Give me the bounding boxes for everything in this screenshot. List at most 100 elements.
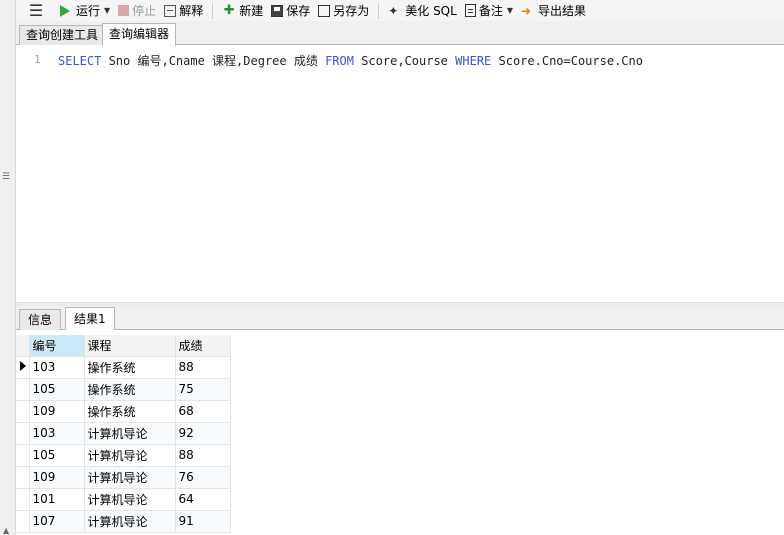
save-as-button[interactable]: 另存为 (314, 0, 373, 21)
table-row[interactable]: 105 操作系统 75 (16, 378, 231, 401)
cell-course[interactable]: 计算机导论 (84, 444, 176, 467)
export-results-button[interactable]: ➜ 导出结果 (517, 0, 590, 21)
stop-button[interactable]: 停止 (114, 0, 160, 21)
result-table: 编号 课程 成绩 103 操作系统 88 105 操作系统 75 109 操作系统 68 103 计… (16, 335, 231, 533)
floppy-icon (271, 4, 284, 17)
table-row[interactable]: 109 计算机导论 76 (16, 466, 231, 489)
cell-course[interactable]: 操作系统 (84, 400, 176, 423)
row-indicator[interactable] (16, 356, 30, 379)
table-header-row: 编号 课程 成绩 (16, 335, 231, 357)
save-label: 保存 (286, 4, 311, 18)
row-indicator[interactable] (16, 488, 30, 511)
row-indicator[interactable] (16, 466, 30, 489)
run-label: 运行 (76, 4, 101, 18)
cell-id[interactable]: 107 (29, 510, 85, 533)
cell-score[interactable]: 88 (175, 444, 231, 467)
line-gutter: 1 (16, 46, 48, 302)
note-label: 备注 (478, 4, 503, 18)
run-dropdown-icon[interactable]: ▼ (104, 6, 110, 15)
column-header-id[interactable]: 编号 (29, 335, 85, 357)
magic-wand-icon: ✦ (388, 3, 399, 18)
row-indicator[interactable] (16, 510, 30, 533)
sql-text: Score.Cno=Course.Cno (491, 54, 643, 68)
new-label: 新建 (239, 4, 264, 18)
cell-score[interactable]: 75 (175, 378, 231, 401)
row-indicator[interactable] (16, 422, 30, 445)
sql-keyword: FROM (325, 54, 354, 68)
play-icon (60, 4, 70, 17)
table-row[interactable]: 103 操作系统 88 (16, 356, 231, 379)
sql-keyword: WHERE (455, 54, 492, 68)
result-grid: 编号 课程 成绩 103 操作系统 88 105 操作系统 75 109 操作系统 68 103 计… (16, 330, 784, 535)
cell-course[interactable]: 计算机导论 (84, 510, 176, 533)
explain-label: 解释 (179, 4, 204, 18)
table-row[interactable]: 103 计算机导论 92 (16, 422, 231, 445)
beautify-sql-button[interactable]: ✦ 美化 SQL (384, 0, 461, 21)
new-query-button[interactable]: ✚ 新建 (218, 0, 267, 21)
column-header-score[interactable]: 成绩 (175, 335, 231, 357)
cell-course[interactable]: 计算机导论 (84, 422, 176, 445)
sql-text: Score,Course (353, 54, 456, 68)
explain-button[interactable]: 解释 (160, 0, 207, 21)
cell-score[interactable]: 76 (175, 466, 231, 489)
cell-id[interactable]: 103 (29, 422, 85, 445)
row-indicator[interactable] (16, 444, 30, 467)
explain-icon (164, 4, 177, 17)
scroll-down-icon[interactable]: ▲ (3, 526, 9, 535)
save-as-icon (318, 4, 331, 17)
stop-label: 停止 (132, 4, 157, 18)
sql-keyword: SELECT (58, 54, 102, 68)
cell-course[interactable]: 计算机导论 (84, 466, 176, 489)
row-indicator[interactable] (16, 400, 30, 423)
note-icon (464, 4, 476, 17)
cell-score[interactable]: 91 (175, 510, 231, 533)
row-indicator[interactable] (16, 378, 30, 401)
splitter-grip-icon[interactable]: ☰ (2, 172, 10, 182)
table-row[interactable]: 101 计算机导论 64 (16, 488, 231, 511)
tab-query-editor[interactable]: 查询编辑器 (102, 23, 177, 46)
cell-course[interactable]: 操作系统 (84, 378, 176, 401)
export-label: 导出结果 (538, 4, 587, 18)
cell-id[interactable]: 103 (29, 356, 85, 379)
export-icon: ➜ (521, 3, 532, 18)
save-as-label: 另存为 (333, 4, 370, 18)
new-query-icon: ✚ (223, 2, 235, 18)
cell-id[interactable]: 109 (29, 400, 85, 423)
row-indicator-header (16, 335, 30, 357)
toolbar: ☰ 运行 ▼ 停止 解释 ✚ 新建 保存 另存为 ✦ 美化 SQL 备注 ▼ ➜… (16, 0, 784, 21)
left-panel-strip: ☰ ▲ (0, 0, 16, 535)
cell-id[interactable]: 105 (29, 378, 85, 401)
cell-id[interactable]: 101 (29, 488, 85, 511)
tab-result-1[interactable]: 结果1 (65, 307, 115, 331)
toolbar-divider (378, 2, 380, 19)
note-button[interactable]: 备注 ▼ (461, 0, 517, 21)
beautify-label: 美化 SQL (405, 4, 457, 18)
column-header-course[interactable]: 课程 (84, 335, 176, 357)
hamburger-icon[interactable]: ☰ (16, 0, 56, 21)
save-button[interactable]: 保存 (267, 0, 314, 21)
cell-course[interactable]: 操作系统 (84, 356, 176, 379)
cell-course[interactable]: 计算机导论 (84, 488, 176, 511)
cell-score[interactable]: 92 (175, 422, 231, 445)
table-row[interactable]: 105 计算机导论 88 (16, 444, 231, 467)
cell-id[interactable]: 105 (29, 444, 85, 467)
tab-messages[interactable]: 信息 (19, 309, 62, 330)
tab-query-builder[interactable]: 查询创建工具 (19, 25, 106, 45)
editor-tab-bar: 查询创建工具 查询编辑器 (16, 21, 784, 46)
cell-score[interactable]: 64 (175, 488, 231, 511)
sql-code-line[interactable]: SELECT Sno 编号,Cname 课程,Degree 成绩 FROM Sc… (58, 52, 643, 69)
table-row[interactable]: 107 计算机导论 91 (16, 510, 231, 533)
toolbar-divider (212, 2, 214, 19)
current-row-pointer-icon (20, 361, 26, 371)
line-number: 1 (34, 53, 41, 66)
run-button[interactable]: 运行 ▼ (56, 0, 114, 21)
note-dropdown-icon[interactable]: ▼ (507, 6, 513, 15)
sql-editor[interactable]: 1 SELECT Sno 编号,Cname 课程,Degree 成绩 FROM … (16, 46, 784, 302)
table-row[interactable]: 109 操作系统 68 (16, 400, 231, 423)
cell-score[interactable]: 68 (175, 400, 231, 423)
cell-id[interactable]: 109 (29, 466, 85, 489)
cell-score[interactable]: 88 (175, 356, 231, 379)
sql-text: Sno 编号,Cname 课程,Degree 成绩 (101, 54, 326, 68)
stop-icon (118, 5, 130, 16)
result-tab-bar: 信息 结果1 (16, 306, 784, 331)
